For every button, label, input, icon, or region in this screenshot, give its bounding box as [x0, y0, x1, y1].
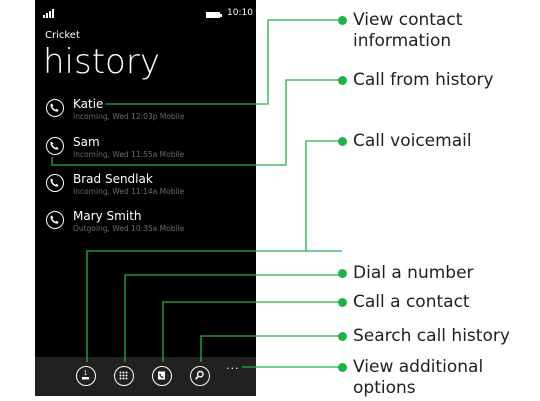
- callout-search-history: Search call history: [353, 326, 510, 346]
- callout-view-contact: View contact information: [353, 10, 463, 51]
- callout-view-options: View additional options: [353, 357, 484, 398]
- callout-call-from-history: Call from history: [353, 70, 494, 90]
- callout-dot: [338, 332, 347, 341]
- callout-call-voicemail: Call voicemail: [353, 131, 472, 151]
- callout-dot: [338, 269, 347, 278]
- callout-dot: [338, 363, 347, 372]
- callout-call-contact: Call a contact: [353, 292, 470, 312]
- callout-dot: [338, 298, 347, 307]
- callout-dot: [338, 137, 347, 146]
- callout-dial-number: Dial a number: [353, 263, 474, 283]
- callout-dot: [338, 76, 347, 85]
- callout-dot: [338, 16, 347, 25]
